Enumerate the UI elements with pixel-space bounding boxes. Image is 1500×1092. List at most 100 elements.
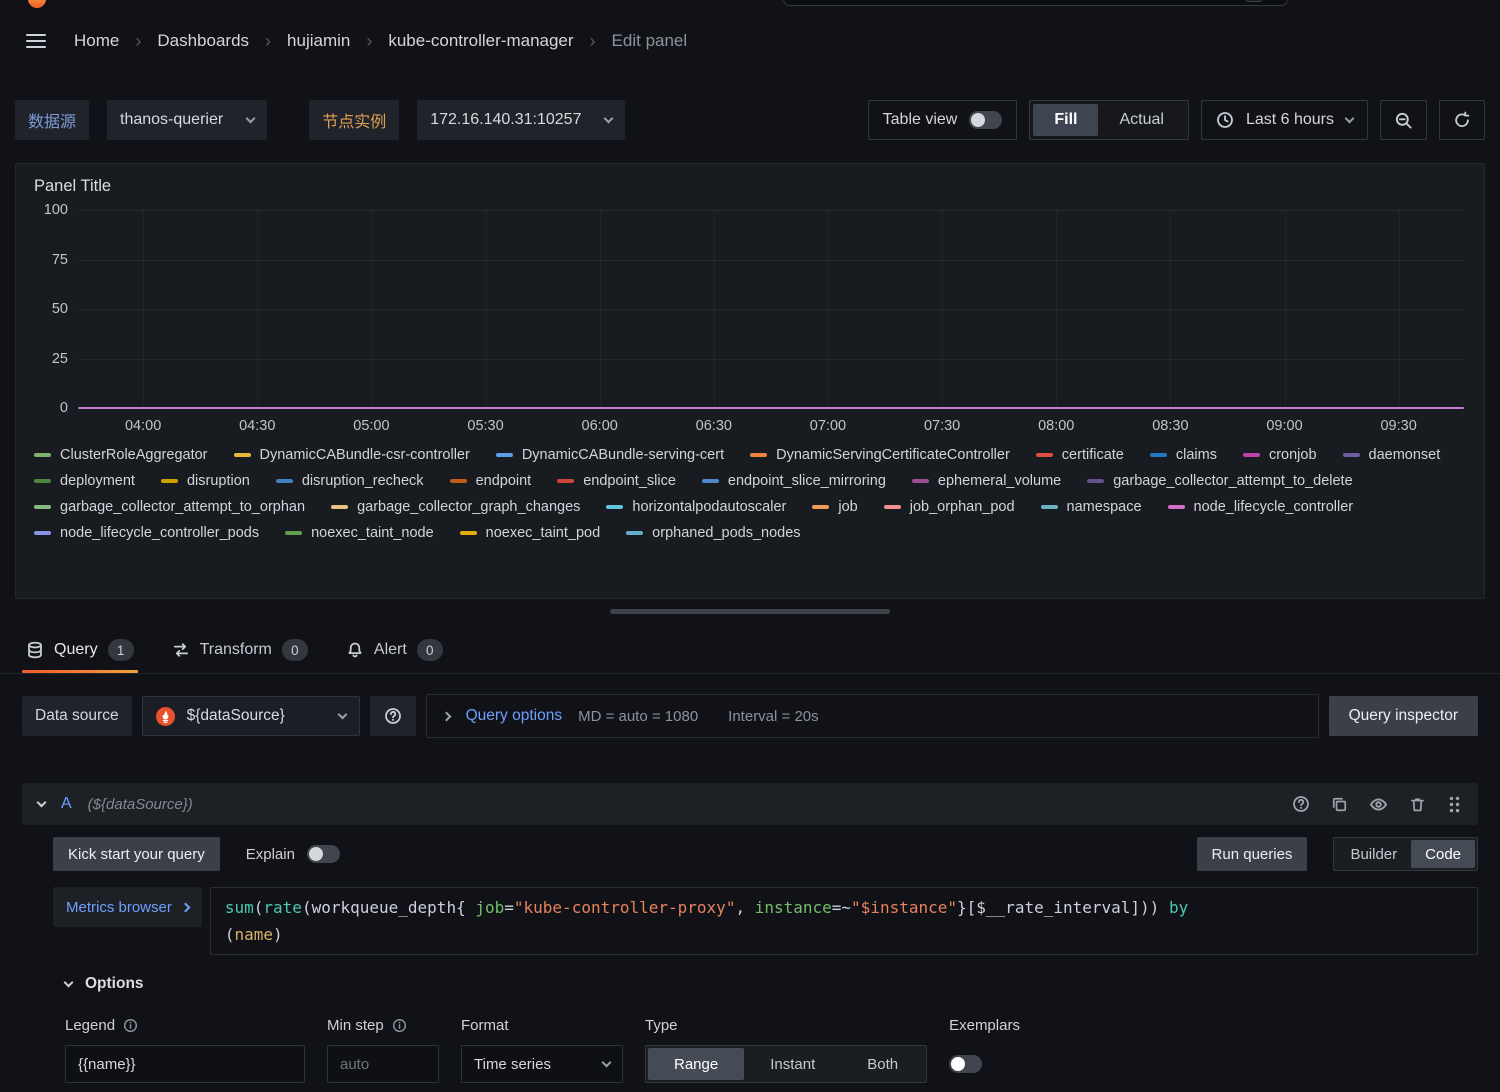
menu-icon[interactable] [26, 34, 46, 48]
promql-token: workqueue_depth{ [312, 898, 476, 917]
query-type-both[interactable]: Both [841, 1048, 924, 1080]
legend-item[interactable]: node_lifecycle_controller_pods [34, 525, 259, 541]
legend-item[interactable]: ClusterRoleAggregator [34, 447, 208, 463]
min-step-input[interactable]: auto [327, 1045, 439, 1083]
options-section-toggle[interactable]: Options [53, 975, 1470, 993]
type-field-label: Type [645, 1017, 678, 1034]
x-axis-label: 06:00 [582, 418, 618, 434]
legend-series-name: ClusterRoleAggregator [60, 447, 208, 463]
legend-item[interactable]: noexec_taint_node [285, 525, 434, 541]
breadcrumb-item[interactable]: hujiamin [287, 31, 350, 51]
query-options-label[interactable]: Query options [466, 707, 563, 725]
variable-label: 节点实例 [309, 100, 399, 140]
legend-series-name: orphaned_pods_nodes [652, 525, 800, 541]
refresh-button[interactable] [1439, 100, 1485, 140]
legend-item[interactable]: node_lifecycle_controller [1168, 499, 1354, 515]
resize-handle[interactable] [610, 609, 890, 614]
display-mode-actual[interactable]: Actual [1098, 104, 1184, 136]
collapse-chevron-icon[interactable] [37, 797, 47, 807]
zoom-out-button[interactable] [1380, 100, 1427, 140]
panel-title[interactable]: Panel Title [16, 164, 1484, 200]
promql-editor[interactable]: sum(rate(workqueue_depth{ job="kube-cont… [210, 887, 1478, 955]
search-input[interactable] [783, 0, 1288, 6]
tab-label: Alert [374, 641, 407, 659]
legend-series-swatch [1168, 505, 1185, 509]
legend-series-name: daemonset [1369, 447, 1441, 463]
variable-select[interactable]: thanos-querier [107, 100, 267, 140]
editor-mode-code[interactable]: Code [1411, 840, 1475, 868]
breadcrumb-item[interactable]: Home [74, 31, 119, 51]
exemplars-switch[interactable] [949, 1055, 982, 1073]
kick-start-button[interactable]: Kick start your query [53, 837, 220, 871]
legend-item[interactable]: cronjob [1243, 447, 1317, 463]
legend-item[interactable]: deployment [34, 473, 135, 489]
drag-handle-icon[interactable] [1447, 796, 1462, 813]
legend-item[interactable]: DynamicCABundle-serving-cert [496, 447, 724, 463]
breadcrumb-item[interactable]: Dashboards [157, 31, 249, 51]
tab-query[interactable]: Query1 [22, 627, 138, 673]
trash-icon[interactable] [1409, 796, 1426, 813]
eye-icon[interactable] [1369, 795, 1388, 814]
run-queries-button[interactable]: Run queries [1197, 837, 1308, 871]
query-type-range[interactable]: Range [648, 1048, 744, 1080]
query-toolbar: Kick start your query Explain Run querie… [53, 837, 1478, 871]
legend-series-swatch [812, 505, 829, 509]
duplicate-icon[interactable] [1331, 796, 1348, 813]
legend-item[interactable]: ephemeral_volume [912, 473, 1061, 489]
legend-item[interactable]: orphaned_pods_nodes [626, 525, 800, 541]
legend-series-swatch [702, 479, 719, 483]
help-icon[interactable] [1292, 795, 1310, 813]
metrics-browser-button[interactable]: Metrics browser [53, 887, 202, 927]
legend-item[interactable]: job_orphan_pod [884, 499, 1015, 515]
breadcrumb-item[interactable]: kube-controller-manager [388, 31, 573, 51]
datasource-picker[interactable]: ${dataSource} [142, 696, 360, 736]
legend-item[interactable]: garbage_collector_graph_changes [331, 499, 580, 515]
legend-item[interactable]: disruption_recheck [276, 473, 424, 489]
explain-switch[interactable] [307, 845, 340, 863]
prometheus-icon [156, 707, 175, 726]
legend-item[interactable]: endpoint [450, 473, 532, 489]
legend-item[interactable]: noexec_taint_pod [460, 525, 601, 541]
legend-input[interactable]: {{name}} [65, 1045, 305, 1083]
variable-select[interactable]: 172.16.140.31:10257 [417, 100, 625, 140]
editor-mode-builder[interactable]: Builder [1336, 840, 1411, 868]
datasource-help-button[interactable] [370, 696, 416, 736]
legend-item[interactable]: namespace [1041, 499, 1142, 515]
query-options-header[interactable]: Query options MD = auto = 1080 Interval … [426, 694, 1319, 738]
series-flat-line [78, 407, 1464, 409]
legend-item[interactable]: certificate [1036, 447, 1124, 463]
grafana-logo-icon[interactable] [22, 0, 52, 8]
table-view-toggle[interactable]: Table view [868, 100, 1018, 140]
promql-token: ( [302, 898, 312, 917]
refresh-icon [1453, 111, 1471, 129]
datasource-row: Data source ${dataSource} Query options … [22, 694, 1478, 738]
time-range-picker[interactable]: Last 6 hours [1201, 100, 1368, 140]
table-view-switch[interactable] [969, 111, 1002, 129]
editor-tabs: Query1 Transform0 Alert0 [0, 627, 1500, 674]
legend-item[interactable]: garbage_collector_attempt_to_delete [1087, 473, 1352, 489]
legend-item[interactable]: garbage_collector_attempt_to_orphan [34, 499, 305, 515]
legend-item[interactable]: DynamicServingCertificateController [750, 447, 1010, 463]
query-type-instant[interactable]: Instant [744, 1048, 841, 1080]
legend-series-swatch [460, 531, 477, 535]
legend-item[interactable]: disruption [161, 473, 250, 489]
promql-token: }[$__rate_interval])) [957, 898, 1169, 917]
legend-item[interactable]: endpoint_slice_mirroring [702, 473, 886, 489]
tab-transform[interactable]: Transform0 [168, 627, 312, 673]
legend-item[interactable]: job [812, 499, 857, 515]
legend-item[interactable]: claims [1150, 447, 1217, 463]
display-mode-fill[interactable]: Fill [1033, 104, 1098, 136]
clock-icon [1216, 111, 1234, 129]
query-inspector-button[interactable]: Query inspector [1329, 696, 1478, 736]
tab-alert[interactable]: Alert0 [342, 627, 447, 673]
legend-item[interactable]: endpoint_slice [557, 473, 676, 489]
legend-item[interactable]: horizontalpodautoscaler [606, 499, 786, 515]
legend-item[interactable]: DynamicCABundle-csr-controller [234, 447, 470, 463]
promql-token: ( [225, 925, 235, 944]
promql-line: (name) [225, 921, 1463, 948]
x-axis-label: 04:00 [125, 418, 161, 434]
query-row-header[interactable]: A (${dataSource}) [22, 783, 1478, 825]
format-select[interactable]: Time series [461, 1045, 623, 1083]
tab-label: Transform [200, 641, 272, 659]
legend-item[interactable]: daemonset [1343, 447, 1441, 463]
